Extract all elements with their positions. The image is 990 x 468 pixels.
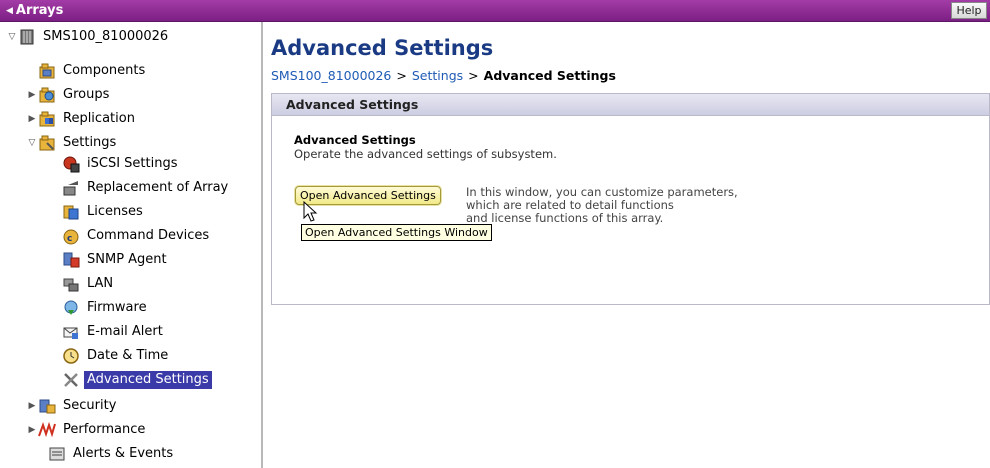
advanced-settings-panel: Advanced Settings Advanced Settings Oper… [271, 93, 990, 305]
navigation-tree: ▽ SMS100_81000026 Components ▶ Groups ▶ … [0, 22, 261, 468]
tree-item-security[interactable]: ▶ Security [26, 395, 119, 417]
tree-item-email-alert[interactable]: E-mail Alert [62, 321, 166, 343]
expand-arrow-icon[interactable]: ▶ [26, 425, 38, 435]
help-text-line: and license functions of this array. [466, 211, 664, 225]
section-title: Advanced Settings [294, 133, 416, 147]
tree-item-lan[interactable]: LAN [62, 273, 116, 295]
breadcrumb-settings-link[interactable]: Settings [412, 68, 463, 83]
back-label: Arrays [15, 3, 64, 18]
tree-item-label: Licenses [87, 204, 143, 219]
svg-text:c: c [67, 234, 72, 244]
lan-icon [62, 275, 80, 293]
firmware-icon [62, 299, 80, 317]
tree-item-label: Replacement of Array [87, 180, 229, 195]
tree-item-firmware[interactable]: Firmware [62, 297, 150, 319]
tree-item-date-time[interactable]: Date & Time [62, 345, 171, 367]
tree-item-label: Firmware [87, 300, 147, 315]
mouse-cursor-icon [303, 201, 318, 222]
email-alert-icon [62, 323, 80, 341]
back-to-arrays-link[interactable]: ◀ Arrays [6, 3, 63, 18]
page-title: Advanced Settings [271, 36, 494, 60]
tree-item-label: Command Devices [87, 228, 210, 243]
breadcrumb-separator: > [396, 68, 407, 83]
help-button[interactable]: Help [951, 2, 987, 19]
tree-item-label: Components [63, 63, 146, 78]
snmp-icon [62, 251, 80, 269]
storage-array-icon [18, 28, 36, 46]
main-content: Advanced Settings SMS100_81000026 > Settin… [271, 22, 990, 468]
licenses-icon [62, 203, 80, 221]
tree-item-label: LAN [87, 276, 114, 291]
tools-icon [62, 371, 80, 389]
components-icon [38, 62, 56, 80]
button-tooltip: Open Advanced Settings Window [301, 224, 492, 241]
expand-arrow-icon[interactable]: ▶ [26, 401, 38, 411]
groups-icon [38, 86, 56, 104]
command-devices-icon: c [62, 227, 80, 245]
tree-item-label: iSCSI Settings [87, 156, 178, 171]
tree-item-replacement-of-array[interactable]: Replacement of Array [62, 177, 231, 199]
breadcrumb: SMS100_81000026 > Settings > Advanced Settin… [271, 68, 616, 83]
tree-item-performance[interactable]: ▶ Performance [26, 419, 148, 441]
back-arrow-icon: ◀ [6, 6, 13, 16]
collapse-arrow-icon[interactable]: ▽ [26, 138, 38, 148]
tree-item-label: Alerts & Events [73, 446, 174, 461]
collapse-arrow-icon[interactable]: ▽ [6, 32, 18, 42]
tree-item-label: SNMP Agent [87, 252, 167, 267]
breadcrumb-separator: > [468, 68, 479, 83]
tree-item-command-devices[interactable]: c Command Devices [62, 225, 212, 247]
tree-item-label: Replication [63, 111, 135, 126]
breadcrumb-current: Advanced Settings [483, 68, 616, 83]
tree-item-components[interactable]: Components [38, 60, 148, 82]
security-icon [38, 397, 56, 415]
tree-item-advanced-settings[interactable]: Advanced Settings [62, 369, 212, 391]
section-description: Operate the advanced settings of subsyst… [294, 147, 557, 161]
expand-arrow-icon[interactable]: ▶ [26, 114, 38, 124]
help-text: In this window, you can customize parame… [466, 186, 826, 225]
tree-item-snmp-agent[interactable]: SNMP Agent [62, 249, 170, 271]
tree-item-label: Performance [63, 422, 146, 437]
breadcrumb-root-link[interactable]: SMS100_81000026 [271, 68, 391, 83]
panel-header: Advanced Settings [272, 94, 989, 116]
clock-icon [62, 347, 80, 365]
expand-arrow-icon[interactable]: ▶ [26, 90, 38, 100]
tree-item-label: Settings [63, 135, 117, 150]
tree-item-licenses[interactable]: Licenses [62, 201, 146, 223]
tree-item-label: Groups [63, 87, 110, 102]
tree-item-label: SMS100_81000026 [43, 29, 169, 44]
tree-item-label: Security [63, 398, 117, 413]
iscsi-icon [62, 155, 80, 173]
tree-item-label: E-mail Alert [87, 324, 163, 339]
alerts-icon [48, 445, 66, 463]
performance-icon [38, 421, 56, 439]
tree-item-array[interactable]: ▽ SMS100_81000026 [6, 26, 171, 48]
pane-divider[interactable] [261, 22, 263, 468]
tree-item-settings[interactable]: ▽ Settings [26, 132, 119, 154]
tree-item-groups[interactable]: ▶ Groups [26, 84, 112, 106]
tree-item-iscsi-settings[interactable]: iSCSI Settings [62, 153, 180, 175]
tree-item-alerts-events[interactable]: Alerts & Events [48, 443, 176, 465]
tree-item-label: Advanced Settings [84, 371, 212, 389]
top-bar: ◀ Arrays Help [0, 0, 990, 22]
replacement-icon [62, 179, 80, 197]
tree-item-replication[interactable]: ▶ Replication [26, 108, 138, 130]
settings-icon [38, 134, 56, 152]
replication-icon [38, 110, 56, 128]
tree-item-label: Date & Time [87, 348, 169, 363]
